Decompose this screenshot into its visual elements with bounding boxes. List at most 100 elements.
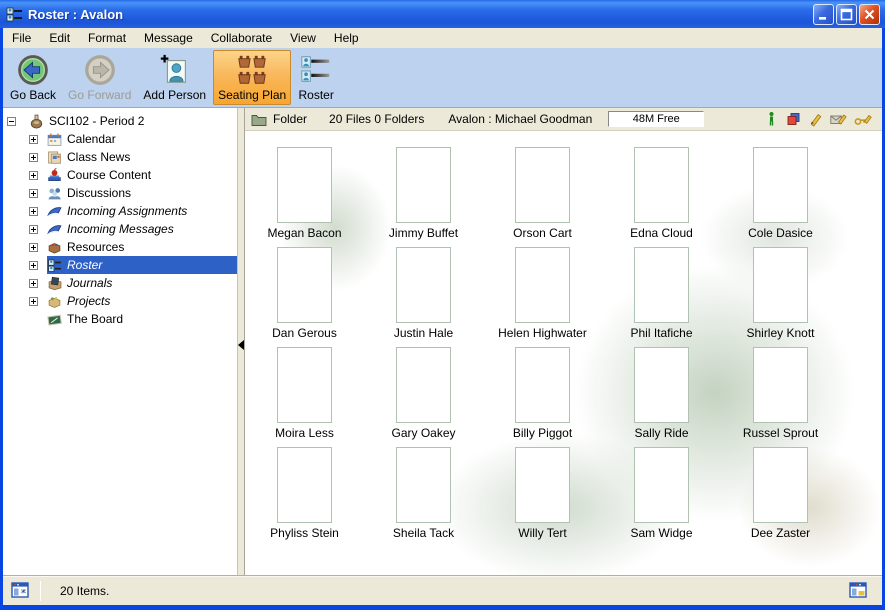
student-name: Cole Dasice	[748, 226, 813, 240]
tree-item-incoming-assignments[interactable]: Incoming Assignments	[3, 202, 237, 220]
close-button[interactable]	[859, 4, 880, 25]
expand-toggle[interactable]	[29, 189, 38, 198]
tree-item-label: SCI102 - Period 2	[49, 114, 144, 128]
tree-item-incoming-messages[interactable]: Incoming Messages	[3, 220, 237, 238]
course-tree-panel: SCI102 - Period 2 Calendar	[3, 108, 237, 575]
tree-item-journals[interactable]: Journals	[3, 274, 237, 292]
student-name: Orson Cart	[513, 226, 572, 240]
menu-message[interactable]: Message	[135, 29, 202, 47]
tree-item-roster[interactable]: Roster	[3, 256, 237, 274]
tree-item-resources[interactable]: Resources	[3, 238, 237, 256]
student-item[interactable]: Edna Cloud	[630, 147, 693, 240]
student-item[interactable]: Russel Sprout	[743, 347, 818, 440]
roster-button[interactable]: Roster	[293, 50, 339, 105]
tree-item-class-news[interactable]: Class News	[3, 148, 237, 166]
go-back-button[interactable]: Go Back	[5, 50, 61, 105]
expand-toggle[interactable]	[7, 117, 16, 126]
identity-label: Avalon : Michael Goodman	[448, 112, 592, 126]
panel-splitter[interactable]	[237, 108, 245, 575]
student-photo	[277, 447, 332, 523]
folder-contents-label: 20 Files 0 Folders	[329, 112, 424, 126]
student-item[interactable]: Willy Tert	[515, 447, 570, 540]
add-person-icon	[157, 53, 193, 87]
forward-arrow-icon	[82, 53, 118, 87]
layers-icon[interactable]	[786, 111, 801, 127]
student-name: Sheila Tack	[393, 526, 454, 540]
student-item[interactable]: Sally Ride	[634, 347, 689, 440]
tree-item-discussions[interactable]: Discussions	[3, 184, 237, 202]
pencil-icon[interactable]	[808, 111, 823, 127]
go-forward-button: Go Forward	[63, 50, 136, 105]
mail-edit-icon[interactable]	[830, 111, 847, 127]
tree-item-the-board[interactable]: The Board	[3, 310, 237, 328]
student-item[interactable]: Moira Less	[275, 347, 334, 440]
tree-item-projects[interactable]: Projects	[3, 292, 237, 310]
tree-item-course-content[interactable]: Course Content	[3, 166, 237, 184]
resources-box-icon	[47, 240, 62, 255]
statusbar-divider	[40, 581, 41, 601]
menu-view[interactable]: View	[281, 29, 325, 47]
person-permission-icon[interactable]	[764, 111, 779, 127]
student-name: Phil Itafiche	[630, 326, 692, 340]
expand-toggle[interactable]	[29, 261, 38, 270]
student-photo	[515, 447, 570, 523]
minimize-button[interactable]	[813, 4, 834, 25]
student-name: Dee Zaster	[751, 526, 810, 540]
tree-item-calendar[interactable]: Calendar	[3, 130, 237, 148]
student-photo	[515, 247, 570, 323]
menu-format[interactable]: Format	[79, 29, 135, 47]
student-name: Sally Ride	[634, 426, 688, 440]
student-item[interactable]: Sheila Tack	[393, 447, 454, 540]
maximize-button[interactable]	[836, 4, 857, 25]
expand-toggle[interactable]	[29, 135, 38, 144]
student-item[interactable]: Megan Bacon	[267, 147, 341, 240]
student-photo	[277, 347, 332, 423]
expand-toggle[interactable]	[29, 153, 38, 162]
student-item[interactable]: Dee Zaster	[751, 447, 810, 540]
student-item[interactable]: Phil Itafiche	[630, 247, 692, 340]
expand-toggle[interactable]	[29, 207, 38, 216]
student-item[interactable]: Dan Gerous	[272, 247, 337, 340]
student-photo	[753, 347, 808, 423]
menu-help[interactable]: Help	[325, 29, 368, 47]
collapse-arrow-icon[interactable]	[238, 340, 244, 350]
expand-toggle[interactable]	[29, 279, 38, 288]
student-item[interactable]: Helen Highwater	[498, 247, 587, 340]
student-name: Megan Bacon	[267, 226, 341, 240]
student-item[interactable]: Orson Cart	[513, 147, 572, 240]
expand-toggle[interactable]	[29, 171, 38, 180]
student-item[interactable]: Sam Widge	[630, 447, 692, 540]
student-item[interactable]: Gary Oakey	[391, 347, 455, 440]
key-edit-icon[interactable]	[854, 111, 872, 127]
student-name: Phyliss Stein	[270, 526, 339, 540]
expand-toggle[interactable]	[29, 243, 38, 252]
seating-plan-button[interactable]: Seating Plan	[213, 50, 291, 105]
tree-item-root[interactable]: SCI102 - Period 2	[3, 112, 237, 130]
course-content-icon	[47, 168, 62, 183]
menu-edit[interactable]: Edit	[40, 29, 79, 47]
infobar-action-icons	[764, 111, 872, 127]
toggle-tree-panel-icon[interactable]	[11, 581, 30, 600]
student-name: Edna Cloud	[630, 226, 693, 240]
student-item[interactable]: Billy Piggot	[513, 347, 572, 440]
student-item[interactable]: Jimmy Buffet	[389, 147, 458, 240]
student-item[interactable]: Shirley Knott	[746, 247, 814, 340]
student-item[interactable]: Justin Hale	[394, 247, 453, 340]
add-person-button[interactable]: Add Person	[138, 50, 211, 105]
toggle-view-panel-icon[interactable]	[849, 581, 868, 600]
close-icon	[863, 8, 876, 21]
free-space-indicator: 48M Free	[608, 111, 704, 127]
menu-file[interactable]: File	[3, 29, 40, 47]
menu-collaborate[interactable]: Collaborate	[202, 29, 281, 47]
student-name: Justin Hale	[394, 326, 453, 340]
assignments-book-icon	[47, 204, 62, 219]
student-name: Jimmy Buffet	[389, 226, 458, 240]
expand-toggle[interactable]	[29, 225, 38, 234]
student-photo	[634, 447, 689, 523]
expand-toggle[interactable]	[29, 297, 38, 306]
roster-view-panel: Folder 20 Files 0 Folders Avalon : Micha…	[245, 108, 882, 575]
student-item[interactable]: Phyliss Stein	[270, 447, 339, 540]
student-grid: Megan Bacon Jimmy Buffet Orson Cart Edna…	[245, 131, 882, 547]
tree-item-label: Incoming Assignments	[67, 204, 187, 218]
student-item[interactable]: Cole Dasice	[748, 147, 813, 240]
